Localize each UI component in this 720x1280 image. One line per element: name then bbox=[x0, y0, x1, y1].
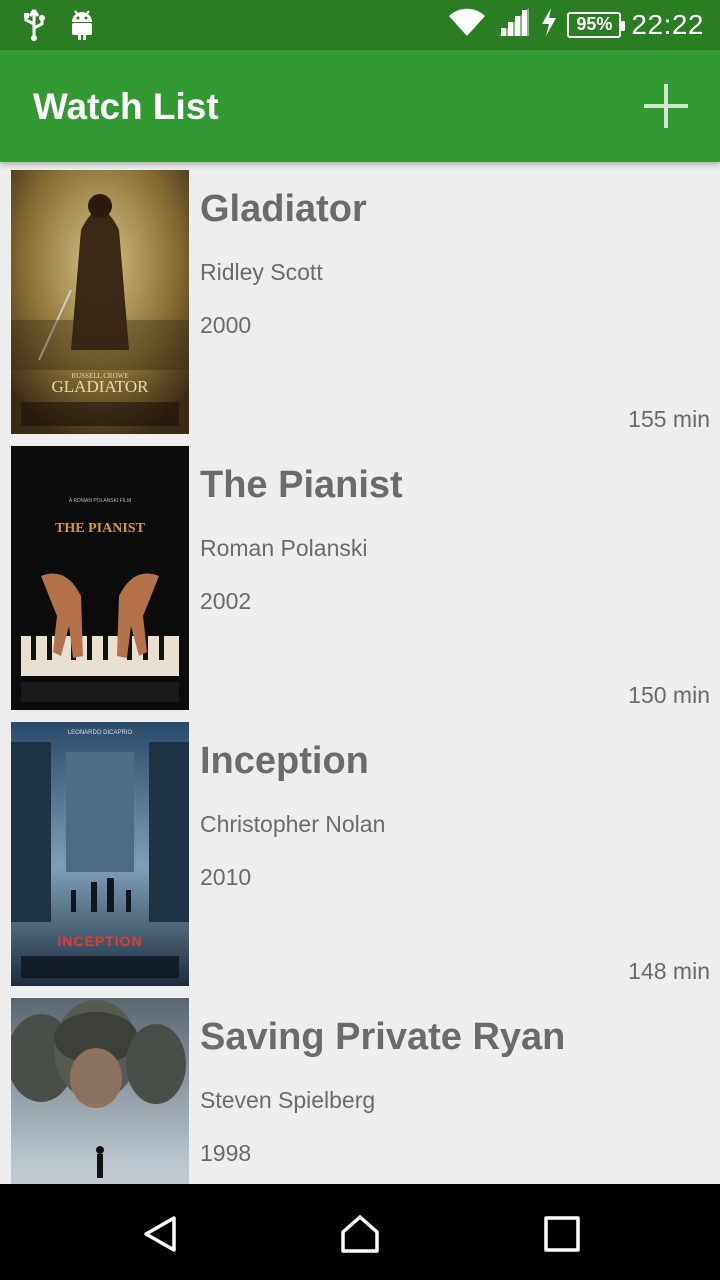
charging-icon bbox=[541, 8, 557, 41]
movie-director: Christopher Nolan bbox=[200, 811, 386, 837]
page-title: Watch List bbox=[33, 86, 219, 127]
movie-poster-inception: LEONARDO DICAPRIO INCEPTION bbox=[11, 722, 189, 986]
navigation-bar bbox=[0, 1184, 720, 1280]
movie-year: 2000 bbox=[200, 312, 252, 338]
signal-icon bbox=[497, 6, 531, 43]
home-button[interactable] bbox=[340, 1214, 380, 1254]
list-item[interactable]: Saving Private Ryan Steven Spielberg 199… bbox=[0, 990, 720, 1184]
android-icon bbox=[70, 8, 94, 47]
back-icon bbox=[144, 1216, 176, 1252]
svg-text:A ROMAN POLANSKI FILM: A ROMAN POLANSKI FILM bbox=[69, 498, 131, 504]
movie-director: Ridley Scott bbox=[200, 259, 323, 285]
movie-title: Inception bbox=[200, 740, 369, 782]
svg-text:THE PIANIST: THE PIANIST bbox=[55, 521, 146, 536]
movie-director: Roman Polanski bbox=[200, 535, 368, 561]
movie-year: 2010 bbox=[200, 864, 252, 890]
movie-list[interactable]: RUSSELL CROWE GLADIATOR Gladiator Ridley… bbox=[0, 162, 720, 1184]
movie-duration: 148 min bbox=[628, 958, 710, 984]
wifi-icon bbox=[447, 6, 487, 43]
status-time: 22:22 bbox=[631, 8, 704, 40]
movie-title: The Pianist bbox=[200, 464, 403, 506]
back-button[interactable] bbox=[140, 1214, 180, 1254]
status-bar: 95% 22:22 bbox=[0, 0, 720, 50]
svg-text:GLADIATOR: GLADIATOR bbox=[52, 377, 150, 396]
plus-icon bbox=[644, 84, 688, 128]
recents-button[interactable] bbox=[542, 1214, 582, 1254]
movie-director: Steven Spielberg bbox=[200, 1087, 376, 1113]
recents-icon bbox=[544, 1216, 580, 1252]
movie-duration: 150 min bbox=[628, 682, 710, 708]
movie-year: 1998 bbox=[200, 1140, 252, 1166]
movie-year: 2002 bbox=[200, 588, 252, 614]
battery-level: 95% bbox=[576, 14, 613, 34]
movie-duration: 155 min bbox=[628, 406, 710, 432]
add-movie-button[interactable] bbox=[642, 82, 690, 130]
battery-icon: 95% bbox=[567, 11, 626, 38]
movie-title: Saving Private Ryan bbox=[200, 1016, 566, 1058]
home-icon bbox=[341, 1215, 379, 1253]
movie-title: Gladiator bbox=[200, 188, 367, 230]
svg-text:LEONARDO DICAPRIO: LEONARDO DICAPRIO bbox=[68, 730, 133, 736]
usb-icon bbox=[22, 8, 46, 47]
app-bar: Watch List bbox=[0, 50, 720, 162]
movie-poster-gladiator: RUSSELL CROWE GLADIATOR bbox=[11, 170, 189, 434]
list-item[interactable]: RUSSELL CROWE GLADIATOR Gladiator Ridley… bbox=[0, 162, 720, 438]
movie-poster-the-pianist: THE PIANIST A ROMAN POLANSKI FILM bbox=[11, 446, 189, 710]
movie-poster-saving-private-ryan bbox=[11, 998, 189, 1184]
list-item[interactable]: LEONARDO DICAPRIO INCEPTION Inception Ch… bbox=[0, 714, 720, 990]
svg-text:INCEPTION: INCEPTION bbox=[57, 933, 142, 949]
list-item[interactable]: THE PIANIST A ROMAN POLANSKI FILM The Pi… bbox=[0, 438, 720, 714]
